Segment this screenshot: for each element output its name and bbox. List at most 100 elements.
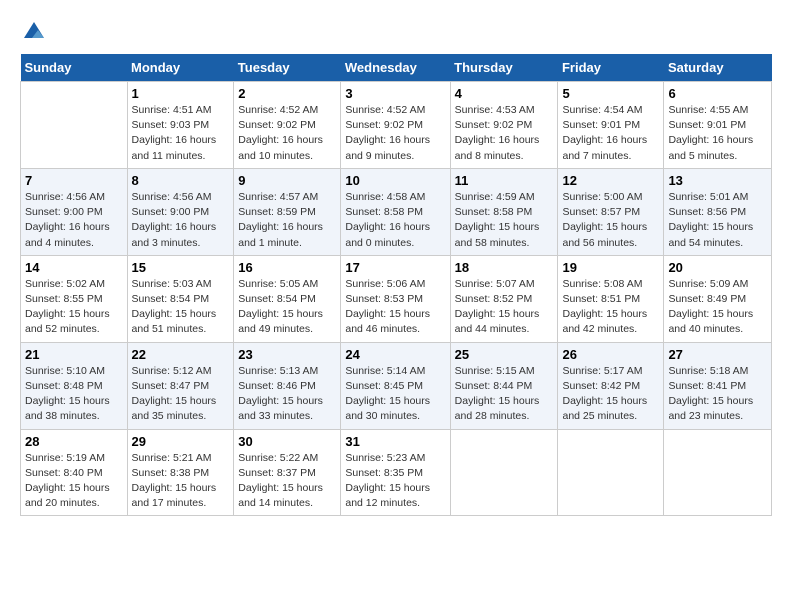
day-info: Sunrise: 5:01 AM Sunset: 8:56 PM Dayligh… [668, 190, 767, 251]
logo-icon [22, 20, 46, 44]
day-info: Sunrise: 5:00 AM Sunset: 8:57 PM Dayligh… [562, 190, 659, 251]
calendar-cell: 24Sunrise: 5:14 AM Sunset: 8:45 PM Dayli… [341, 342, 450, 429]
calendar-cell [664, 429, 772, 516]
header-day-monday: Monday [127, 54, 234, 82]
calendar-cell [558, 429, 664, 516]
header-day-sunday: Sunday [21, 54, 128, 82]
day-number: 20 [668, 260, 767, 275]
calendar-cell [21, 82, 128, 169]
calendar-cell: 15 Sunrise: 5:03 AM Sunset: 8:54 PM Dayli… [127, 255, 234, 342]
calendar-cell: 28Sunrise: 5:19 AM Sunset: 8:40 PM Dayli… [21, 429, 128, 516]
day-info: Sunrise: 4:56 AM Sunset: 9:00 PM Dayligh… [25, 190, 123, 251]
day-number: 7 [25, 173, 123, 188]
day-number: 27 [668, 347, 767, 362]
day-number: 17 [345, 260, 445, 275]
day-number: 18 [455, 260, 554, 275]
calendar-cell: 10 Sunrise: 4:58 AM Sunset: 8:58 PM Dayli… [341, 168, 450, 255]
calendar-cell: 23 Sunrise: 5:13 AM Sunset: 8:46 PM Dayli… [234, 342, 341, 429]
day-info: Sunrise: 5:12 AM Sunset: 8:47 PM Dayligh… [132, 364, 230, 425]
calendar-table: SundayMondayTuesdayWednesdayThursdayFrid… [20, 54, 772, 516]
calendar-cell: 2 Sunrise: 4:52 AM Sunset: 9:02 PM Daylig… [234, 82, 341, 169]
calendar-cell: 27Sunrise: 5:18 AM Sunset: 8:41 PM Dayli… [664, 342, 772, 429]
day-number: 22 [132, 347, 230, 362]
day-info: Sunrise: 4:51 AM Sunset: 9:03 PM Dayligh… [132, 103, 230, 164]
day-number: 6 [668, 86, 767, 101]
day-info: Sunrise: 5:22 AM Sunset: 8:37 PM Dayligh… [238, 451, 336, 512]
day-info: Sunrise: 5:13 AM Sunset: 8:46 PM Dayligh… [238, 364, 336, 425]
calendar-cell: 7 Sunrise: 4:56 AM Sunset: 9:00 PM Daylig… [21, 168, 128, 255]
calendar-week-1: 1 Sunrise: 4:51 AM Sunset: 9:03 PM Daylig… [21, 82, 772, 169]
day-info: Sunrise: 4:52 AM Sunset: 9:02 PM Dayligh… [238, 103, 336, 164]
calendar-cell: 8 Sunrise: 4:56 AM Sunset: 9:00 PM Daylig… [127, 168, 234, 255]
day-info: Sunrise: 5:05 AM Sunset: 8:54 PM Dayligh… [238, 277, 336, 338]
header-day-friday: Friday [558, 54, 664, 82]
calendar-cell: 30 Sunrise: 5:22 AM Sunset: 8:37 PM Dayli… [234, 429, 341, 516]
calendar-cell: 11 Sunrise: 4:59 AM Sunset: 8:58 PM Dayli… [450, 168, 558, 255]
day-info: Sunrise: 5:14 AM Sunset: 8:45 PM Dayligh… [345, 364, 445, 425]
day-info: Sunrise: 4:53 AM Sunset: 9:02 PM Dayligh… [455, 103, 554, 164]
day-info: Sunrise: 5:03 AM Sunset: 8:54 PM Dayligh… [132, 277, 230, 338]
calendar-cell: 31Sunrise: 5:23 AM Sunset: 8:35 PM Dayli… [341, 429, 450, 516]
calendar-cell: 14 Sunrise: 5:02 AM Sunset: 8:55 PM Dayli… [21, 255, 128, 342]
calendar-cell: 12Sunrise: 5:00 AM Sunset: 8:57 PM Dayli… [558, 168, 664, 255]
day-info: Sunrise: 4:55 AM Sunset: 9:01 PM Dayligh… [668, 103, 767, 164]
header-day-tuesday: Tuesday [234, 54, 341, 82]
calendar-header: SundayMondayTuesdayWednesdayThursdayFrid… [21, 54, 772, 82]
day-number: 26 [562, 347, 659, 362]
day-info: Sunrise: 4:58 AM Sunset: 8:58 PM Dayligh… [345, 190, 445, 251]
day-info: Sunrise: 5:10 AM Sunset: 8:48 PM Dayligh… [25, 364, 123, 425]
page-header [20, 20, 772, 44]
day-info: Sunrise: 5:06 AM Sunset: 8:53 PM Dayligh… [345, 277, 445, 338]
day-number: 23 [238, 347, 336, 362]
calendar-cell: 21Sunrise: 5:10 AM Sunset: 8:48 PM Dayli… [21, 342, 128, 429]
day-number: 3 [345, 86, 445, 101]
day-info: Sunrise: 5:02 AM Sunset: 8:55 PM Dayligh… [25, 277, 123, 338]
day-info: Sunrise: 5:23 AM Sunset: 8:35 PM Dayligh… [345, 451, 445, 512]
calendar-cell: 22 Sunrise: 5:12 AM Sunset: 8:47 PM Dayli… [127, 342, 234, 429]
calendar-cell: 25Sunrise: 5:15 AM Sunset: 8:44 PM Dayli… [450, 342, 558, 429]
day-info: Sunrise: 4:57 AM Sunset: 8:59 PM Dayligh… [238, 190, 336, 251]
day-number: 1 [132, 86, 230, 101]
calendar-cell: 19 Sunrise: 5:08 AM Sunset: 8:51 PM Dayli… [558, 255, 664, 342]
day-info: Sunrise: 4:52 AM Sunset: 9:02 PM Dayligh… [345, 103, 445, 164]
calendar-cell [450, 429, 558, 516]
calendar-cell: 29Sunrise: 5:21 AM Sunset: 8:38 PM Dayli… [127, 429, 234, 516]
calendar-cell: 1 Sunrise: 4:51 AM Sunset: 9:03 PM Daylig… [127, 82, 234, 169]
calendar-cell: 17 Sunrise: 5:06 AM Sunset: 8:53 PM Dayli… [341, 255, 450, 342]
day-info: Sunrise: 5:08 AM Sunset: 8:51 PM Dayligh… [562, 277, 659, 338]
day-number: 25 [455, 347, 554, 362]
day-number: 14 [25, 260, 123, 275]
day-info: Sunrise: 4:59 AM Sunset: 8:58 PM Dayligh… [455, 190, 554, 251]
day-info: Sunrise: 4:54 AM Sunset: 9:01 PM Dayligh… [562, 103, 659, 164]
day-number: 16 [238, 260, 336, 275]
calendar-cell: 13 Sunrise: 5:01 AM Sunset: 8:56 PM Dayli… [664, 168, 772, 255]
calendar-cell: 6 Sunrise: 4:55 AM Sunset: 9:01 PM Daylig… [664, 82, 772, 169]
calendar-cell: 16 Sunrise: 5:05 AM Sunset: 8:54 PM Dayli… [234, 255, 341, 342]
header-day-thursday: Thursday [450, 54, 558, 82]
day-info: Sunrise: 4:56 AM Sunset: 9:00 PM Dayligh… [132, 190, 230, 251]
header-day-wednesday: Wednesday [341, 54, 450, 82]
calendar-week-2: 7 Sunrise: 4:56 AM Sunset: 9:00 PM Daylig… [21, 168, 772, 255]
day-info: Sunrise: 5:17 AM Sunset: 8:42 PM Dayligh… [562, 364, 659, 425]
day-number: 9 [238, 173, 336, 188]
day-number: 8 [132, 173, 230, 188]
day-number: 2 [238, 86, 336, 101]
day-number: 13 [668, 173, 767, 188]
day-number: 11 [455, 173, 554, 188]
day-number: 5 [562, 86, 659, 101]
calendar-cell: 3 Sunrise: 4:52 AM Sunset: 9:02 PM Daylig… [341, 82, 450, 169]
day-number: 4 [455, 86, 554, 101]
calendar-cell: 26 Sunrise: 5:17 AM Sunset: 8:42 PM Dayli… [558, 342, 664, 429]
day-number: 10 [345, 173, 445, 188]
day-number: 28 [25, 434, 123, 449]
day-info: Sunrise: 5:09 AM Sunset: 8:49 PM Dayligh… [668, 277, 767, 338]
calendar-week-3: 14 Sunrise: 5:02 AM Sunset: 8:55 PM Dayli… [21, 255, 772, 342]
day-number: 19 [562, 260, 659, 275]
day-info: Sunrise: 5:07 AM Sunset: 8:52 PM Dayligh… [455, 277, 554, 338]
day-number: 15 [132, 260, 230, 275]
day-number: 30 [238, 434, 336, 449]
logo [20, 20, 46, 44]
calendar-cell: 5 Sunrise: 4:54 AM Sunset: 9:01 PM Daylig… [558, 82, 664, 169]
day-info: Sunrise: 5:21 AM Sunset: 8:38 PM Dayligh… [132, 451, 230, 512]
calendar-cell: 9 Sunrise: 4:57 AM Sunset: 8:59 PM Daylig… [234, 168, 341, 255]
